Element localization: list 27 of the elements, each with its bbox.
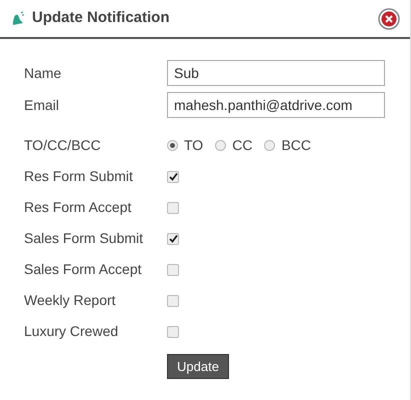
- radio-label: TO: [184, 136, 204, 154]
- checkbox[interactable]: [167, 232, 179, 244]
- checkbox[interactable]: [167, 264, 179, 276]
- radio-label: BCC: [281, 136, 311, 154]
- field-label: Res Form Submit: [24, 167, 134, 186]
- update-button[interactable]: Update: [167, 354, 229, 380]
- checkbox[interactable]: [167, 170, 179, 182]
- radio-button[interactable]: [215, 140, 226, 150]
- field-label: Sales Form Accept: [24, 260, 142, 279]
- input-field[interactable]: Sub: [167, 60, 385, 86]
- field-label: Sales Form Submit: [24, 229, 144, 248]
- field-label: Luxury Crewed: [24, 322, 120, 341]
- radio-button[interactable]: [167, 140, 178, 150]
- dialog-title: Update Notification: [32, 8, 170, 28]
- checkbox[interactable]: [167, 326, 179, 338]
- field-label: Weekly Report: [24, 291, 117, 310]
- radio-button[interactable]: [264, 140, 276, 150]
- radio-label: CC: [232, 136, 252, 154]
- bell-icon: [10, 10, 26, 26]
- field-label: Name: [24, 64, 62, 82]
- checkbox[interactable]: [167, 202, 179, 214]
- field-label: Email: [24, 96, 60, 114]
- close-icon[interactable]: [378, 8, 400, 30]
- field-label: TO/CC/BCC: [24, 136, 102, 154]
- checkbox[interactable]: [167, 294, 179, 306]
- input-field[interactable]: mahesh.panthi@atdrive.com: [167, 92, 385, 118]
- field-label: Res Form Accept: [24, 198, 132, 217]
